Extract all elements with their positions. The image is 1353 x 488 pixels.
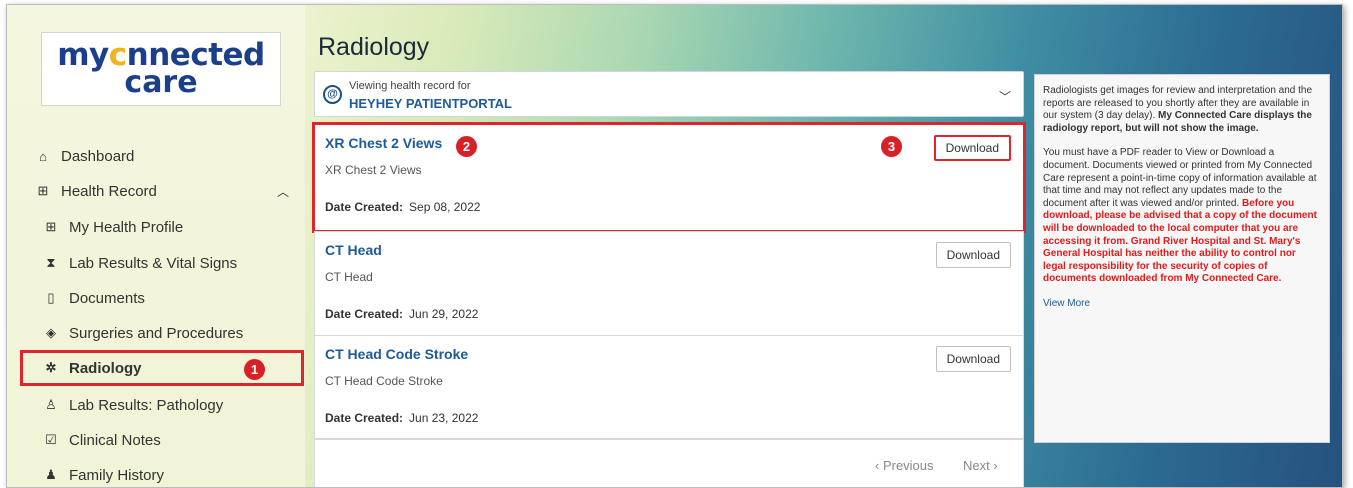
sidebar-item-surgeries[interactable]: ◈ Surgeries and Procedures bbox=[7, 315, 305, 351]
sidebar-item-label: Family History bbox=[69, 466, 165, 484]
bandage-icon: ◈ bbox=[46, 325, 56, 340]
view-more-link[interactable]: View More bbox=[1043, 298, 1090, 309]
record-subtitle: CT Head bbox=[325, 270, 373, 284]
sidebar-item-clinical-notes[interactable]: ☑ Clinical Notes bbox=[7, 422, 305, 458]
sidebar-item-label: Lab Results: Pathology bbox=[69, 396, 224, 414]
patient-selector[interactable]: @ Viewing health record for HEYHEY PATIE… bbox=[314, 71, 1024, 117]
sidebar-item-label: Dashboard bbox=[61, 147, 135, 165]
record-title-link[interactable]: XR Chest 2 Views bbox=[325, 135, 442, 151]
download-button[interactable]: Download bbox=[933, 135, 1011, 161]
sidebar-item-label: Clinical Notes bbox=[69, 431, 161, 449]
record-date: Date Created: Sep 08, 2022 bbox=[325, 200, 481, 214]
document-icon: ▯ bbox=[47, 290, 55, 305]
record-title-link[interactable]: CT Head bbox=[325, 242, 382, 258]
sidebar-item-radiology[interactable]: ✲ Radiology 1 bbox=[20, 350, 304, 386]
home-icon: ⌂ bbox=[39, 148, 47, 164]
record-subtitle: XR Chest 2 Views bbox=[325, 163, 422, 177]
sidebar-item-label: Lab Results & Vital Signs bbox=[69, 254, 238, 272]
sidebar-item-documents[interactable]: ▯ Documents bbox=[7, 280, 305, 316]
logo[interactable]: mycnnected care bbox=[41, 32, 281, 106]
profile-icon: ⊞ bbox=[45, 219, 57, 234]
health-record-icon: ⊞ bbox=[37, 183, 49, 198]
step-badge-1: 1 bbox=[244, 359, 265, 380]
sidebar-item-label: Health Record bbox=[61, 182, 157, 200]
sidebar-item-health-record[interactable]: ⊞ Health Record ︿ bbox=[7, 173, 305, 209]
record-title-link[interactable]: CT Head Code Stroke bbox=[325, 346, 468, 362]
record-card: XR Chest 2 Views 2 XR Chest 2 Views Date… bbox=[312, 122, 1026, 233]
download-button[interactable]: Download bbox=[935, 346, 1011, 372]
info-paragraph-1: Radiologists get images for review and i… bbox=[1043, 85, 1313, 134]
record-date: Date Created: Jun 29, 2022 bbox=[325, 307, 479, 321]
record-card: CT Head Code Stroke CT Head Code Stroke … bbox=[314, 335, 1024, 439]
next-button[interactable]: Next › bbox=[963, 458, 998, 473]
main-content: Radiology @ Viewing health record for HE… bbox=[312, 5, 1030, 487]
sidebar-item-pathology[interactable]: ♙ Lab Results: Pathology bbox=[7, 387, 305, 423]
microscope-icon: ♙ bbox=[45, 397, 57, 412]
hourglass-icon: ⧗ bbox=[46, 255, 56, 270]
sidebar-item-my-health-profile[interactable]: ⊞ My Health Profile bbox=[7, 209, 305, 245]
family-icon: ♟ bbox=[45, 467, 57, 482]
patient-name: HEYHEY PATIENTPORTAL bbox=[349, 96, 512, 111]
sidebar-item-lab-results[interactable]: ⧗ Lab Results & Vital Signs bbox=[7, 245, 305, 281]
info-panel: Radiologists get images for review and i… bbox=[1034, 74, 1330, 443]
previous-button[interactable]: ‹ Previous bbox=[875, 458, 934, 473]
sidebar-item-label: My Health Profile bbox=[69, 218, 184, 236]
radiology-icon: ✲ bbox=[45, 360, 57, 375]
record-subtitle: CT Head Code Stroke bbox=[325, 374, 443, 388]
page-title: Radiology bbox=[318, 33, 430, 61]
patient-icon: @ bbox=[323, 85, 342, 104]
sidebar-item-dashboard[interactable]: ⌂ Dashboard bbox=[7, 138, 305, 174]
chevron-down-icon[interactable]: ﹀ bbox=[999, 88, 1011, 105]
viewing-label: Viewing health record for bbox=[349, 80, 471, 92]
download-button[interactable]: Download bbox=[935, 242, 1011, 268]
chevron-up-icon[interactable]: ︿ bbox=[277, 183, 289, 200]
step-badge-2: 2 bbox=[456, 136, 477, 157]
clipboard-icon: ☑ bbox=[45, 432, 57, 447]
info-paragraph-2: You must have a PDF reader to View or Do… bbox=[1043, 147, 1317, 285]
sidebar-item-label: Radiology bbox=[69, 359, 142, 377]
record-date: Date Created: Jun 23, 2022 bbox=[325, 411, 479, 425]
step-badge-3: 3 bbox=[881, 136, 902, 157]
sidebar-item-label: Documents bbox=[69, 289, 145, 307]
pagination: ‹ Previous Next › bbox=[314, 439, 1024, 487]
sidebar: mycnnected care ⌂ Dashboard ⊞ Health Rec… bbox=[7, 5, 305, 487]
sidebar-item-label: Surgeries and Procedures bbox=[69, 324, 244, 342]
sidebar-item-family-history[interactable]: ♟ Family History bbox=[7, 457, 305, 487]
record-card: CT Head CT Head Date Created: Jun 29, 202… bbox=[314, 231, 1024, 336]
app-window: mycnnected care ⌂ Dashboard ⊞ Health Rec… bbox=[6, 4, 1343, 488]
